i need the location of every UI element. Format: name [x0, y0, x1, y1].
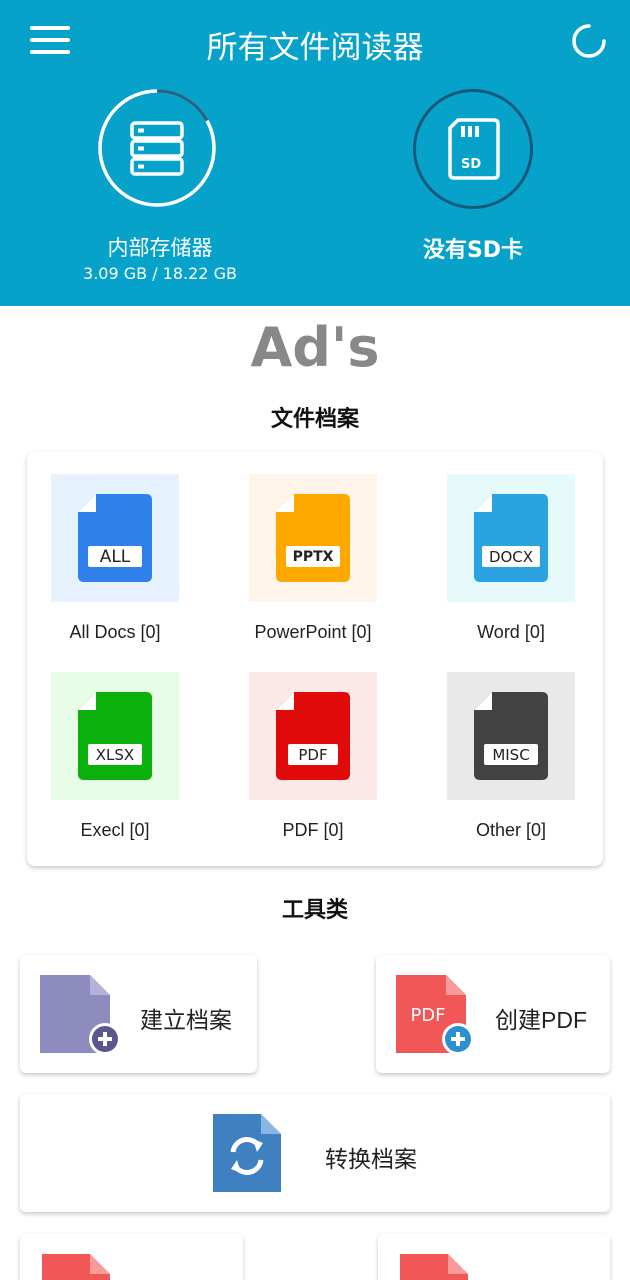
svg-text:ALL: ALL — [100, 547, 131, 567]
powerpoint-tile[interactable]: PPTX — [249, 474, 377, 602]
pdf-tile[interactable]: PDF — [249, 672, 377, 800]
tool-file-icon-partial-left — [42, 1254, 110, 1280]
sd-card-button[interactable]: SD — [413, 89, 533, 209]
ads-placeholder: Ad's — [250, 316, 380, 379]
svg-text:PDF: PDF — [298, 746, 327, 764]
pdf-file-icon: PDF — [276, 692, 350, 780]
other-tile[interactable]: MISC — [447, 672, 575, 800]
all-docs-label: All Docs [0] — [69, 622, 161, 642]
create-file-label: 建立档案 — [140, 1007, 232, 1033]
create-pdf-button[interactable]: PDF 创建PDF — [376, 955, 610, 1073]
convert-file-icon — [213, 1114, 281, 1192]
convert-file-button[interactable]: 转换档案 — [20, 1094, 610, 1212]
refresh-icon[interactable] — [570, 22, 608, 60]
server-icon — [130, 121, 184, 176]
create-pdf-icon: PDF — [396, 975, 474, 1055]
svg-text:MISC: MISC — [492, 746, 529, 764]
misc-file-icon: MISC — [474, 692, 548, 780]
tool-file-icon-partial-right — [400, 1254, 468, 1280]
excel-label: Execl [0] — [80, 820, 150, 840]
create-file-icon — [40, 975, 121, 1055]
svg-text:DOCX: DOCX — [489, 548, 533, 566]
file-categories-card: ALL All Docs [0] PPTX PowerPoint [0] DOC… — [27, 452, 603, 866]
all-docs-tile[interactable]: ALL — [51, 474, 179, 602]
word-tile[interactable]: DOCX — [447, 474, 575, 602]
docx-file-icon: DOCX — [474, 494, 548, 582]
internal-storage-button[interactable] — [97, 88, 217, 208]
xlsx-file-icon: XLSX — [78, 692, 152, 780]
app-header: 所有文件阅读器 内部存储器 3.09 GB / 18.22 GB SD 没有SD… — [0, 0, 630, 306]
pdf-label: PDF [0] — [282, 820, 344, 840]
convert-file-label: 转换档案 — [325, 1146, 417, 1172]
files-section-title: 文件档案 — [270, 407, 359, 432]
word-label: Word [0] — [477, 622, 545, 642]
tools-section-title: 工具类 — [281, 898, 348, 923]
app-title: 所有文件阅读器 — [206, 30, 424, 66]
tool-card-partial-right[interactable] — [378, 1234, 610, 1280]
sd-icon-text: SD — [461, 157, 481, 172]
menu-icon[interactable] — [28, 24, 72, 56]
powerpoint-label: PowerPoint [0] — [254, 622, 372, 642]
all-docs-icon: ALL — [78, 494, 152, 582]
create-pdf-label: 创建PDF — [495, 1007, 587, 1033]
pptx-file-icon: PPTX — [276, 494, 350, 582]
internal-storage-usage: 3.09 GB / 18.22 GB — [83, 264, 237, 283]
internal-storage-label: 内部存储器 — [107, 236, 213, 260]
other-label: Other [0] — [475, 820, 547, 840]
svg-text:PDF: PDF — [410, 1005, 445, 1026]
svg-text:XLSX: XLSX — [96, 746, 134, 764]
excel-tile[interactable]: XLSX — [51, 672, 179, 800]
svg-text:PPTX: PPTX — [293, 549, 334, 565]
tool-card-partial-left[interactable] — [20, 1234, 243, 1280]
sd-card-icon: SD — [448, 118, 500, 180]
sd-card-label: 没有SD卡 — [422, 238, 524, 263]
create-file-button[interactable]: 建立档案 — [20, 955, 257, 1073]
